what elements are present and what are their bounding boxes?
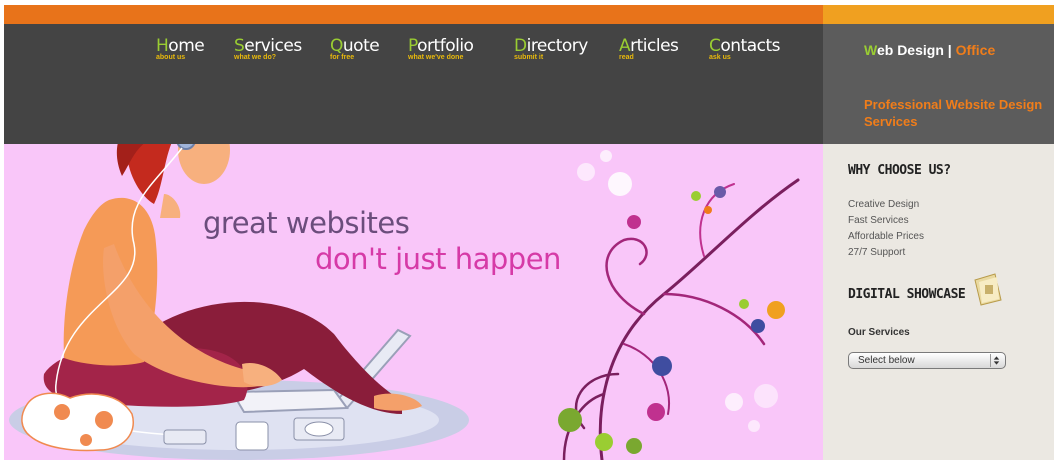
nav-label-rest: rticles [630,36,679,56]
nav-contacts[interactable]: Contacts ask us [709,36,781,61]
hero-headline-line1: great websites [203,206,410,240]
nav-quote-label: Quote [330,36,380,56]
reason-item: 27/7 Support [848,247,906,258]
hero-headline-line2: don't just happen [315,242,561,276]
nav-label-initial: S [234,36,245,56]
updown-arrows-icon [990,354,1000,367]
nav-label-rest: ome [168,36,205,56]
main-navigation: Home about us Services what we do? Quote… [4,24,823,144]
disc-icon [304,421,334,437]
floral-ornament [562,178,800,460]
services-select[interactable]: Select below [848,352,1006,369]
reason-item: Creative Design [848,199,920,210]
our-services-label: Our Services [848,327,910,338]
logo-first-letter: W [864,42,877,58]
phone-icon [163,429,207,445]
nav-quote[interactable]: Quote for free [330,36,380,61]
laptop-base [230,388,349,414]
nav-label-initial: C [709,36,721,56]
nav-home-label: Home [156,36,205,56]
nav-portfolio-label: Portfolio [408,36,474,56]
digital-showcase-heading[interactable]: DIGITAL SHOWCASE [848,287,966,302]
nav-portfolio[interactable]: Portfolio what we've done [408,36,474,61]
hero-illustration [9,144,800,460]
girl-neck [160,194,181,218]
mug-icon [235,421,269,451]
page-frame: Home about us Services what we do? Quote… [4,5,1054,460]
top-accent-bar [4,5,823,24]
reasons-list: Creative Design Fast Services Affordable… [848,197,924,261]
nav-home[interactable]: Home about us [156,36,205,61]
nav-directory-label: Directory [514,36,588,56]
nav-label-initial: P [408,36,418,56]
nav-label-initial: A [619,36,631,56]
girl-face [178,144,230,184]
nav-label-initial: H [156,36,169,56]
nav-label-rest: ontacts [720,36,781,56]
flower-icons [558,150,785,454]
nav-articles[interactable]: Articles read [619,36,679,61]
nav-services[interactable]: Services what we do? [234,36,302,61]
sidebar: WHY CHOOSE US? Creative Design Fast Serv… [823,144,1054,460]
cat-icon [21,392,134,452]
logo-separator: | [947,42,952,58]
nav-services-label: Services [234,36,302,56]
nav-articles-label: Articles [619,36,679,56]
logo-text: eb Design [876,42,944,58]
nav-label-initial: Q [330,36,343,56]
top-accent-bar-right [823,5,1054,24]
logo-office: Office [955,42,996,58]
why-choose-us-heading: WHY CHOOSE US? [848,163,951,178]
nav-label-initial: D [514,36,527,56]
services-select-value: Select below [858,355,915,366]
brand-panel: Web Design | Office Professional Website… [823,24,1054,144]
hero-banner: great websites don't just happen [4,144,823,460]
nav-contacts-label: Contacts [709,36,781,56]
nav-directory[interactable]: Directory submit it [514,36,588,61]
reason-item: Affordable Prices [848,231,924,242]
nav-label-rest: uote [342,36,380,56]
folder-icon[interactable] [973,272,1003,306]
nav-label-rest: ervices [244,36,302,56]
nav-label-rest: irectory [526,36,589,56]
site-logo[interactable]: Web Design | Office [864,42,995,58]
nav-label-rest: ortfolio [417,36,474,56]
site-tagline: Professional Website Design Services [864,97,1043,129]
reason-item: Fast Services [848,215,909,226]
